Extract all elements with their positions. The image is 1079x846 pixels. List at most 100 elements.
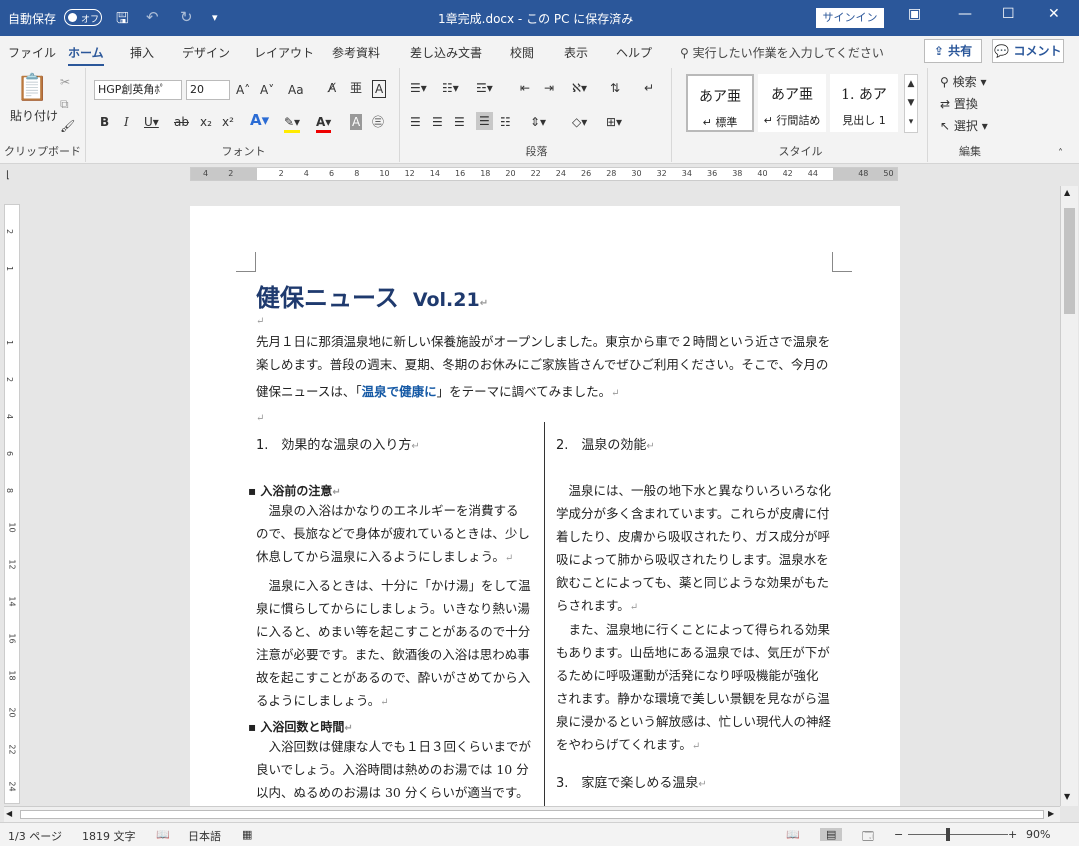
select-button[interactable]: ↖ 選択 ▾ bbox=[940, 118, 988, 134]
grow-font-icon[interactable]: A˄ bbox=[236, 82, 250, 98]
find-button[interactable]: ⚲ 検索 ▾ bbox=[940, 74, 986, 90]
styles-scroll-icon[interactable]: ▲ ▼ ▾ bbox=[904, 74, 918, 133]
tab-home[interactable]: ホーム bbox=[68, 44, 104, 67]
char-border-icon[interactable]: A bbox=[372, 80, 387, 98]
justify-icon[interactable]: ☰ bbox=[476, 112, 493, 130]
vertical-scrollbar[interactable]: ▲ ▼ bbox=[1060, 186, 1078, 806]
font-name-box[interactable]: HGP創英角ﾎﾟ bbox=[94, 80, 182, 100]
borders-icon[interactable]: ⊞▾ bbox=[606, 114, 622, 130]
document-page[interactable]: 健保ニュース Vol.21↵ ↵ 先月１日に那須温泉地に新しい保養施設がオープンし… bbox=[190, 206, 900, 823]
zoom-slider[interactable] bbox=[908, 834, 1008, 835]
tell-me-search[interactable]: ⚲ 実行したい作業を入力してください bbox=[680, 44, 884, 61]
autosave-toggle[interactable]: オフ bbox=[64, 9, 102, 26]
distributed-icon[interactable]: ☷ bbox=[500, 114, 511, 130]
macro-icon[interactable]: ▦ bbox=[242, 828, 252, 841]
signin-button[interactable]: サインイン bbox=[816, 8, 884, 28]
clear-format-icon[interactable]: A̸ bbox=[328, 80, 336, 96]
superscript-icon[interactable]: x² bbox=[222, 114, 234, 130]
line-spacing-icon[interactable]: ⇕▾ bbox=[530, 114, 546, 130]
italic-icon[interactable]: I bbox=[124, 114, 129, 130]
style-normal[interactable]: あア亜 ↵ 標準 bbox=[686, 74, 754, 132]
paste-button[interactable]: 貼り付け bbox=[10, 108, 58, 124]
align-left-icon[interactable]: ☰ bbox=[410, 114, 421, 130]
redo-icon[interactable]: ↻ bbox=[180, 8, 193, 26]
highlight-icon[interactable]: ✎▾ bbox=[284, 114, 301, 133]
language[interactable]: 日本語 bbox=[188, 828, 221, 844]
increase-indent-icon[interactable]: ⇥ bbox=[544, 80, 554, 96]
minimize-icon[interactable]: — bbox=[958, 6, 972, 22]
hscroll-thumb[interactable] bbox=[20, 810, 1044, 819]
char-shading-icon[interactable]: A bbox=[350, 114, 363, 130]
align-right-icon[interactable]: ☰ bbox=[454, 114, 465, 130]
bold-icon[interactable]: B bbox=[100, 114, 109, 130]
scroll-right-icon[interactable]: ▶ bbox=[1048, 809, 1054, 818]
zoom-out-icon[interactable]: − bbox=[894, 828, 903, 841]
vruler-tick: 20 bbox=[7, 707, 17, 718]
font-size-box[interactable]: 20 bbox=[186, 80, 230, 100]
bullets-icon[interactable]: ☰▾ bbox=[410, 80, 427, 96]
copy-icon[interactable]: ⧉ bbox=[60, 96, 69, 112]
tab-insert[interactable]: 挿入 bbox=[130, 44, 154, 61]
tab-mailings[interactable]: 差し込み文書 bbox=[410, 44, 482, 61]
close-icon[interactable]: ✕ bbox=[1048, 6, 1060, 22]
customize-qat-icon[interactable]: ▾ bbox=[212, 11, 218, 24]
tab-view[interactable]: 表示 bbox=[564, 44, 588, 61]
align-center-icon[interactable]: ☰ bbox=[432, 114, 443, 130]
change-case-button[interactable]: Aa bbox=[288, 82, 304, 98]
strikethrough-icon[interactable]: ab bbox=[174, 114, 189, 130]
comment-button[interactable]: 💬 コメント bbox=[992, 39, 1064, 63]
subscript-icon[interactable]: x₂ bbox=[200, 114, 212, 130]
ribbon-display-icon[interactable]: ▣ bbox=[908, 6, 921, 22]
word-count[interactable]: 1819 文字 bbox=[82, 828, 136, 844]
ruler-bar[interactable]: 4 2 2 4 6 8 10 12 14 16 18 20 22 24 26 28 30 32 34 36 38 40 42… bbox=[190, 167, 898, 181]
format-painter-icon[interactable]: 🖌 bbox=[60, 118, 75, 134]
style-heading-1[interactable]: 1. あア 見出し 1 bbox=[830, 74, 898, 132]
scroll-up-icon[interactable]: ▲ bbox=[1064, 188, 1070, 197]
print-layout-icon[interactable]: ▤ bbox=[820, 828, 843, 841]
undo-icon[interactable]: ↶ bbox=[146, 8, 159, 26]
collapse-ribbon-icon[interactable]: ˄ bbox=[1058, 146, 1063, 162]
zoom-level[interactable]: 90% bbox=[1026, 828, 1050, 841]
tab-layout[interactable]: レイアウト bbox=[254, 44, 314, 61]
vertical-ruler[interactable]: 2 1 1 2 4 6 8 10 12 14 16 18 20 22 24 bbox=[4, 204, 20, 804]
ruler-tick: 48 bbox=[858, 169, 869, 178]
decrease-indent-icon[interactable]: ⇤ bbox=[520, 80, 530, 96]
scroll-left-icon[interactable]: ◀ bbox=[6, 809, 12, 818]
read-mode-icon[interactable]: 📖 bbox=[786, 828, 800, 841]
underline-icon[interactable]: U▾ bbox=[144, 114, 159, 130]
shading-icon[interactable]: ◇▾ bbox=[572, 114, 587, 130]
zoom-thumb[interactable] bbox=[946, 828, 950, 841]
multilevel-list-icon[interactable]: ☲▾ bbox=[476, 80, 493, 96]
cut-icon[interactable]: ✂ bbox=[60, 74, 70, 90]
replace-button[interactable]: ⇄ 置換 bbox=[940, 96, 978, 112]
maximize-icon[interactable]: ☐ bbox=[1002, 6, 1015, 22]
web-layout-icon[interactable]: 🗔 bbox=[862, 828, 874, 846]
tab-design[interactable]: デザイン bbox=[182, 44, 230, 61]
asian-layout-icon[interactable]: ℵ▾ bbox=[572, 80, 587, 96]
horizontal-scrollbar[interactable]: ◀ ▶ bbox=[4, 806, 1060, 822]
sort-icon[interactable]: ⇅ bbox=[610, 80, 620, 96]
ruler-tick: 14 bbox=[429, 169, 440, 178]
share-button[interactable]: ⇪ 共有 bbox=[924, 39, 982, 63]
phonetic-guide-icon[interactable]: 亜 bbox=[350, 80, 362, 96]
numbering-icon[interactable]: ☷▾ bbox=[442, 80, 459, 96]
enclose-char-icon[interactable]: ㊂ bbox=[372, 114, 384, 130]
tab-review[interactable]: 校閲 bbox=[510, 44, 534, 61]
page-count[interactable]: 1/3 ページ bbox=[8, 828, 62, 844]
zoom-in-icon[interactable]: + bbox=[1008, 828, 1017, 841]
shrink-font-icon[interactable]: A˅ bbox=[260, 82, 274, 98]
scroll-thumb[interactable] bbox=[1064, 208, 1075, 314]
save-icon[interactable]: 🖫 bbox=[116, 8, 129, 33]
tab-file[interactable]: ファイル bbox=[8, 44, 56, 61]
margin-mark bbox=[236, 252, 256, 272]
proofing-icon[interactable]: 📖 bbox=[156, 828, 170, 841]
style-no-spacing[interactable]: あア亜 ↵ 行間詰め bbox=[758, 74, 826, 132]
paste-icon[interactable]: 📋 bbox=[16, 74, 48, 102]
text-effects-icon[interactable]: A▾ bbox=[250, 112, 269, 128]
show-marks-icon[interactable]: ↵ bbox=[644, 80, 654, 96]
tab-help[interactable]: ヘルプ bbox=[616, 44, 652, 61]
scroll-down-icon[interactable]: ▼ bbox=[1064, 792, 1070, 801]
font-color-icon[interactable]: A▾ bbox=[316, 114, 332, 133]
tab-references[interactable]: 参考資料 bbox=[332, 44, 380, 61]
tab-selector-icon[interactable]: ⌊ bbox=[6, 168, 10, 184]
